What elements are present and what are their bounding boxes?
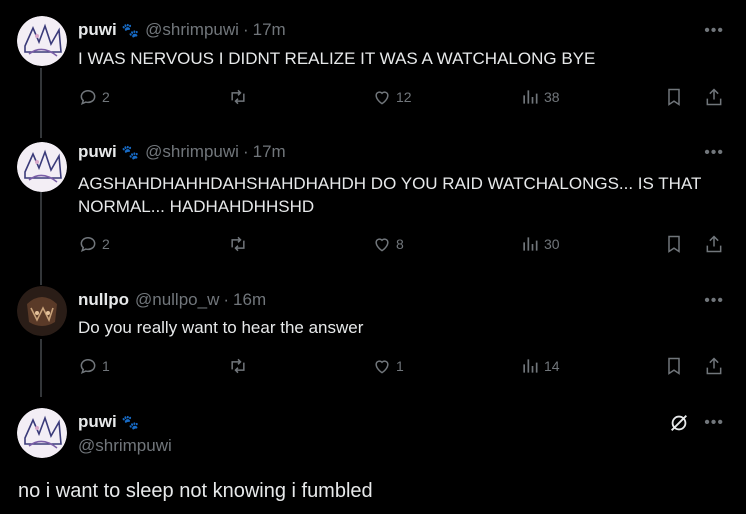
paw-icon: 🐾 (121, 21, 140, 38)
timestamp[interactable]: 17m (253, 142, 286, 162)
grok-icon[interactable] (668, 412, 690, 434)
more-icon[interactable]: ••• (704, 414, 724, 432)
reply-button[interactable]: 1 (78, 356, 110, 376)
action-bar: 2 12 38 (0, 87, 746, 111)
view-count: 30 (544, 236, 560, 252)
retweet-button[interactable] (228, 234, 248, 254)
bookmark-icon (668, 88, 680, 106)
more-icon[interactable]: ••• (704, 292, 724, 310)
bookmark-button[interactable] (664, 356, 684, 376)
like-count: 12 (396, 89, 412, 105)
display-name[interactable]: nullpo (78, 290, 129, 310)
separator: · (242, 20, 249, 39)
bookmark-icon (668, 357, 680, 375)
focused-tweet-text: no i want to sleep not knowing i fumbled (18, 480, 373, 502)
reply-button[interactable]: 2 (78, 87, 110, 107)
retweet-button[interactable] (228, 356, 248, 376)
separator: · (242, 142, 249, 161)
tweet-text: I WAS NERVOUS I DIDNT REALIZE IT WAS A W… (78, 49, 596, 68)
views-button[interactable]: 30 (520, 234, 560, 254)
views-icon (523, 359, 538, 373)
retweet-button[interactable] (228, 87, 248, 107)
timestamp[interactable]: 17m (253, 20, 286, 40)
reply-icon (80, 89, 96, 106)
more-icon[interactable]: ••• (704, 144, 724, 162)
reply-icon (80, 236, 96, 253)
avatar[interactable] (17, 408, 67, 458)
separator: · (223, 290, 230, 309)
retweet-icon (231, 89, 245, 105)
bookmark-button[interactable] (664, 234, 684, 254)
handle[interactable]: @nullpo_w (135, 290, 219, 310)
share-icon (706, 235, 722, 253)
paw-icon: 🐾 (121, 413, 140, 430)
tweet-header: puwi 🐾 (78, 412, 139, 432)
reply-count: 2 (102, 89, 110, 105)
bookmark-button[interactable] (664, 87, 684, 107)
view-count: 38 (544, 89, 560, 105)
view-count: 14 (544, 358, 560, 374)
tweet[interactable]: nullpo @nullpo_w · 16m ••• Do you really… (0, 278, 746, 398)
views-button[interactable]: 38 (520, 87, 560, 107)
tweet-text: AGSHAHDHAHHDAHSHAHDHAHDH DO YOU RAID WAT… (78, 174, 702, 216)
like-button[interactable]: 1 (372, 356, 404, 376)
paw-icon: 🐾 (121, 143, 140, 160)
views-icon (523, 90, 538, 104)
handle-row: @shrimpuwi (78, 436, 172, 456)
handle[interactable]: @shrimpuwi (78, 436, 172, 456)
share-icon (706, 357, 722, 375)
avatar[interactable] (17, 16, 67, 66)
tweet[interactable]: puwi 🐾 @shrimpuwi · 17m ••• AGSHAHDHAHHD… (0, 130, 746, 278)
tweet-header: nullpo @nullpo_w · 16m (78, 290, 266, 310)
retweet-icon (231, 358, 245, 374)
like-icon (375, 238, 389, 252)
reply-icon (80, 358, 96, 375)
like-button[interactable]: 12 (372, 87, 412, 107)
reply-button[interactable]: 2 (78, 234, 110, 254)
action-bar: 2 8 30 (0, 234, 746, 258)
retweet-icon (231, 236, 245, 252)
like-icon (375, 360, 389, 374)
views-button[interactable]: 14 (520, 356, 560, 376)
display-name[interactable]: puwi (78, 20, 117, 40)
like-button[interactable]: 8 (372, 234, 404, 254)
share-button[interactable] (704, 234, 724, 254)
action-bar: 1 1 14 (0, 356, 746, 380)
tweet[interactable]: puwi 🐾 @shrimpuwi · 17m ••• I WAS NERVOU… (0, 0, 746, 130)
like-count: 8 (396, 236, 404, 252)
share-button[interactable] (704, 356, 724, 376)
tweet-header: puwi 🐾 @shrimpuwi · 17m (78, 20, 286, 40)
more-icon[interactable]: ••• (704, 22, 724, 40)
views-icon (523, 237, 538, 251)
display-name[interactable]: puwi (78, 142, 117, 162)
share-icon (706, 88, 722, 106)
tweet-header: puwi 🐾 @shrimpuwi · 17m (78, 142, 286, 162)
reply-count: 1 (102, 358, 110, 374)
share-button[interactable] (704, 87, 724, 107)
avatar[interactable] (17, 142, 67, 192)
bookmark-icon (668, 235, 680, 253)
handle[interactable]: @shrimpuwi (145, 20, 239, 40)
display-name[interactable]: puwi (78, 412, 117, 432)
handle[interactable]: @shrimpuwi (145, 142, 239, 162)
like-count: 1 (396, 358, 404, 374)
like-icon (375, 91, 389, 105)
reply-count: 2 (102, 236, 110, 252)
timestamp[interactable]: 16m (233, 290, 266, 310)
avatar[interactable] (17, 286, 67, 336)
tweet-text: Do you really want to hear the answer (78, 318, 364, 337)
